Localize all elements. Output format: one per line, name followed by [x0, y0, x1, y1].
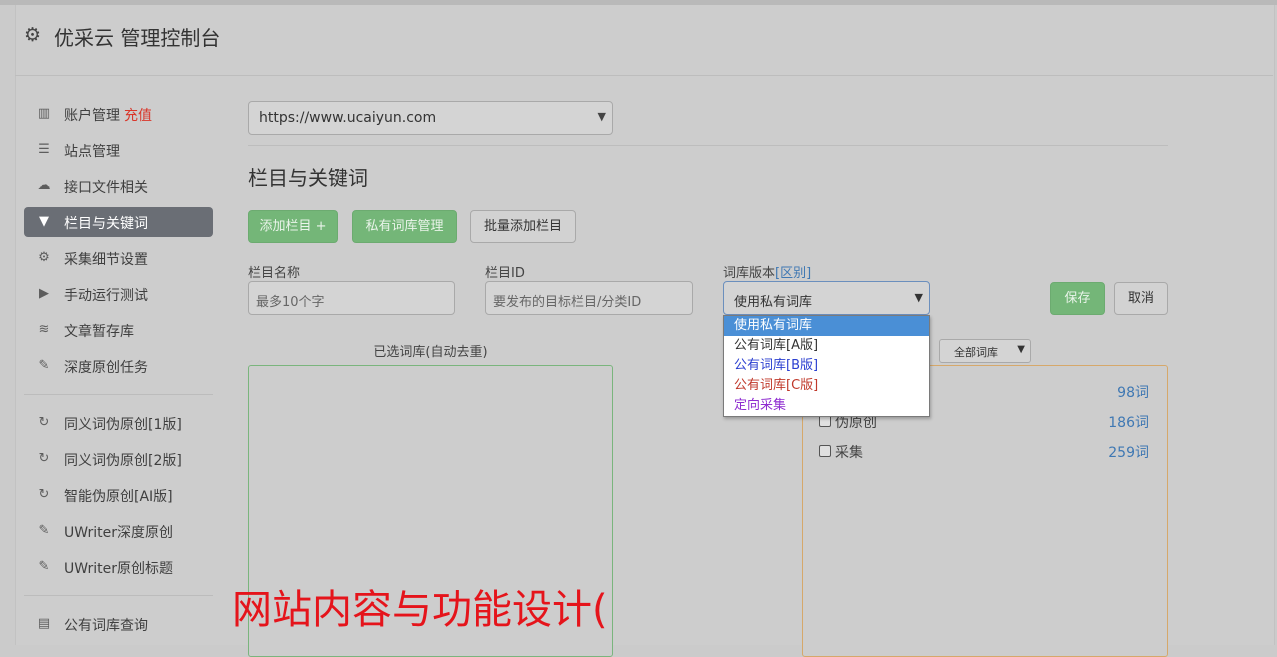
- sidebar-divider: [24, 394, 213, 395]
- sidebar-item-article-store[interactable]: ≋ 文章暂存库: [24, 315, 213, 345]
- sidebar-item-api-files[interactable]: ☁ 接口文件相关: [24, 171, 213, 201]
- column-name-label: 栏目名称: [248, 266, 301, 281]
- private-lib-button[interactable]: 私有词库管理: [352, 210, 457, 243]
- sidebar-item-uwriter-deep[interactable]: ✎ UWriter深度原创: [24, 516, 213, 546]
- dropdown-option[interactable]: 公有词库[B版]: [724, 356, 929, 376]
- sidebar-item-label: 接口文件相关: [64, 180, 148, 196]
- sidebar-item-label: UWriter深度原创: [64, 525, 173, 541]
- refresh-icon: ↻: [38, 415, 50, 430]
- bar-chart-icon: ▥: [37, 106, 51, 121]
- column-name-placeholder: 最多10个字: [256, 295, 325, 310]
- batch-add-button[interactable]: 批量添加栏目: [470, 210, 576, 243]
- sidebar-item-label: 公有词库查询: [64, 618, 148, 634]
- lib-version-label: 词库版本[区别]: [723, 266, 812, 281]
- sidebar-item-label: 采集细节设置: [64, 252, 148, 268]
- library-name: 采集: [835, 445, 863, 461]
- sidebar-item-public-lib-query[interactable]: ▤ 公有词库查询: [24, 609, 213, 639]
- refresh-icon: ↻: [38, 487, 50, 502]
- filter-icon: ▼: [39, 214, 49, 229]
- lib-version-dropdown: 使用私有词库 公有词库[A版] 公有词库[B版] 公有词库[C版] 定向采集: [723, 315, 930, 417]
- sidebar-item-label: 深度原创任务: [64, 360, 148, 376]
- dropdown-option[interactable]: 公有词库[A版]: [724, 336, 929, 356]
- all-libs-value: 全部词库: [954, 346, 998, 359]
- play-circle-icon: ▶: [39, 286, 49, 301]
- column-name-input[interactable]: 最多10个字: [248, 281, 455, 315]
- diff-link[interactable]: [区别]: [775, 266, 811, 281]
- library-count: 259词: [1108, 445, 1149, 461]
- sidebar-item-label: 账户管理: [64, 108, 120, 124]
- sidebar-item-label: 同义词伪原创[2版]: [64, 453, 182, 469]
- chevron-down-icon: ▼: [1017, 344, 1025, 355]
- sidebar-item-synonym-v1[interactable]: ↻ 同义词伪原创[1版]: [24, 408, 213, 438]
- dropdown-option[interactable]: 公有词库[C版]: [724, 376, 929, 396]
- gear-icon: ⚙: [24, 24, 42, 46]
- sidebar-item-ai-rewrite[interactable]: ↻ 智能伪原创[AI版]: [24, 480, 213, 510]
- book-icon: ▤: [37, 616, 51, 631]
- cancel-button[interactable]: 取消: [1114, 282, 1168, 315]
- sidebar-item-synonym-v2[interactable]: ↻ 同义词伪原创[2版]: [24, 444, 213, 474]
- sidebar-item-sites[interactable]: ☰ 站点管理: [24, 135, 213, 165]
- refresh-icon: ↻: [38, 451, 50, 466]
- sidebar-item-manual-run[interactable]: ▶ 手动运行测试: [24, 279, 213, 309]
- sidebar-item-label: 站点管理: [64, 144, 120, 160]
- sidebar-divider: [24, 595, 213, 596]
- save-button[interactable]: 保存: [1050, 282, 1105, 315]
- edit-icon: ✎: [38, 559, 50, 574]
- sidebar-item-uwriter-title[interactable]: ✎ UWriter原创标题: [24, 552, 213, 582]
- site-select-value: https://www.ucaiyun.com: [259, 110, 437, 126]
- dropdown-option[interactable]: 定向采集: [724, 396, 929, 416]
- edit-icon: ✎: [38, 523, 50, 538]
- sidebar-item-columns-keywords[interactable]: ▼ 栏目与关键词: [24, 207, 213, 237]
- lib-version-select[interactable]: 使用私有词库 ▼: [723, 281, 930, 315]
- database-icon: ≋: [38, 322, 50, 337]
- lib-version-value: 使用私有词库: [734, 295, 813, 310]
- column-id-label: 栏目ID: [485, 266, 525, 281]
- sidebar-item-label: 同义词伪原创[1版]: [64, 417, 182, 433]
- site-select[interactable]: https://www.ucaiyun.com ▼: [248, 101, 613, 135]
- sidebar-item-label: 栏目与关键词: [64, 216, 148, 232]
- library-checkbox[interactable]: [819, 445, 831, 457]
- sidebar-item-account[interactable]: ▥ 账户管理 充值: [24, 99, 213, 129]
- column-id-placeholder: 要发布的目标栏目/分类ID: [493, 295, 642, 310]
- app-title: 优采云 管理控制台: [54, 26, 221, 50]
- edit-icon: ✎: [38, 358, 50, 373]
- cloud-upload-icon: ☁: [37, 178, 51, 193]
- add-column-button[interactable]: 添加栏目 +: [248, 210, 338, 243]
- all-libs-select[interactable]: 全部词库 ▼: [939, 339, 1031, 363]
- chevron-down-icon: ▼: [914, 291, 923, 304]
- divider: [248, 145, 1168, 146]
- section-title: 栏目与关键词: [248, 166, 368, 190]
- sidebar-item-label: 手动运行测试: [64, 288, 148, 304]
- list-item[interactable]: 采集 259词: [819, 442, 1149, 462]
- dropdown-option[interactable]: 使用私有词库: [724, 316, 929, 336]
- chevron-down-icon: ▼: [597, 110, 606, 123]
- watermark-text: 网站内容与功能设计(: [232, 587, 608, 633]
- sidebar-item-deep-original[interactable]: ✎ 深度原创任务: [24, 351, 213, 381]
- column-id-input[interactable]: 要发布的目标栏目/分类ID: [485, 281, 693, 315]
- library-count: 98词: [1117, 385, 1149, 401]
- sidebar-item-label: UWriter原创标题: [64, 561, 173, 577]
- server-icon: ☰: [38, 142, 50, 157]
- sidebar-item-label: 文章暂存库: [64, 324, 134, 340]
- sidebar-item-label: 智能伪原创[AI版]: [64, 489, 173, 505]
- gears-icon: ⚙: [38, 250, 50, 265]
- library-count: 186词: [1108, 415, 1149, 431]
- recharge-link[interactable]: 充值: [124, 108, 152, 124]
- sidebar-item-collect-settings[interactable]: ⚙ 采集细节设置: [24, 243, 213, 273]
- selected-libs-title: 已选词库(自动去重): [373, 345, 488, 360]
